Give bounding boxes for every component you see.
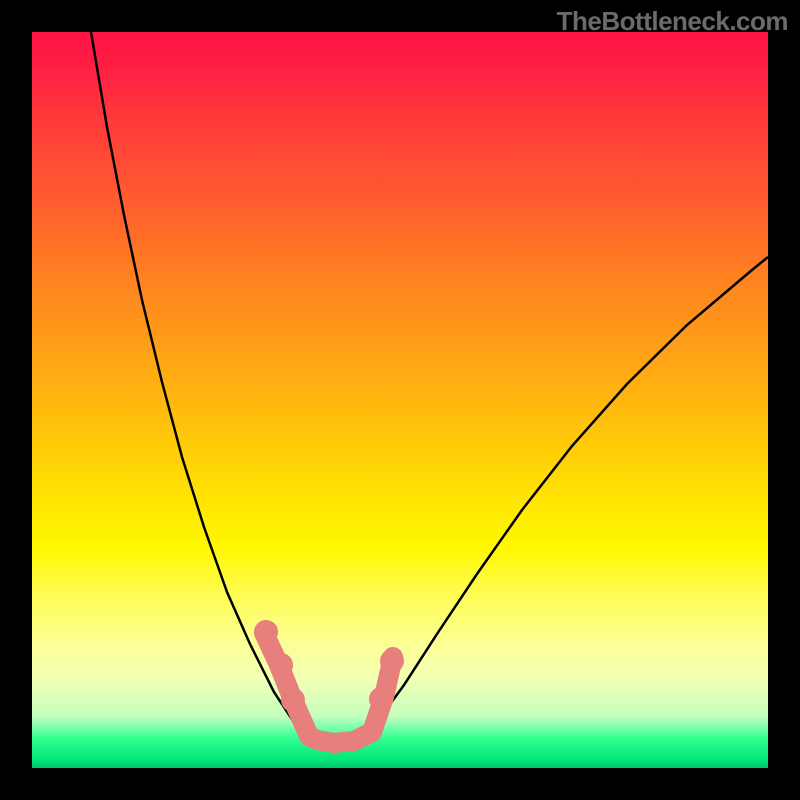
- watermark-text: TheBottleneck.com: [557, 6, 788, 37]
- chart-canvas: TheBottleneck.com: [0, 0, 800, 800]
- gradient-background: [32, 32, 768, 768]
